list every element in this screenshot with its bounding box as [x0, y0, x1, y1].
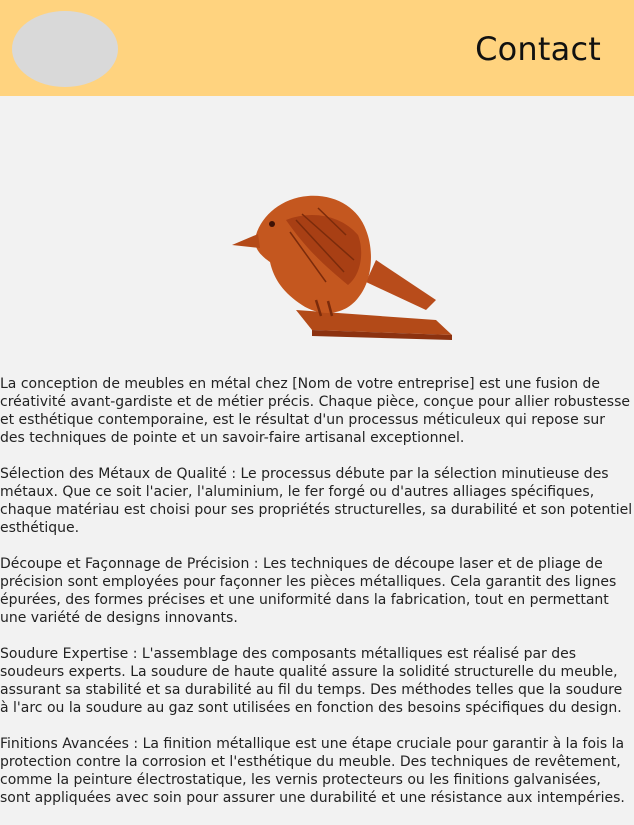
quality-metals-paragraph: Sélection des Métaux de Qualité : Le pro…	[0, 466, 633, 536]
intro-paragraph: La conception de meubles en métal chez […	[0, 376, 630, 446]
precision-cutting-paragraph: Découpe et Façonnage de Précision : Les …	[0, 556, 617, 626]
contact-link[interactable]: Contact	[475, 29, 601, 69]
welding-paragraph: Soudure Expertise : L'assemblage des com…	[0, 646, 623, 716]
site-header: Contact	[0, 0, 634, 96]
metal-bird-sculpture-image	[232, 195, 452, 340]
content-section: La conception de meubles en métal chez […	[0, 375, 634, 825]
finishes-paragraph: Finitions Avancées : La finition métalli…	[0, 736, 625, 806]
logo[interactable]	[12, 11, 118, 87]
